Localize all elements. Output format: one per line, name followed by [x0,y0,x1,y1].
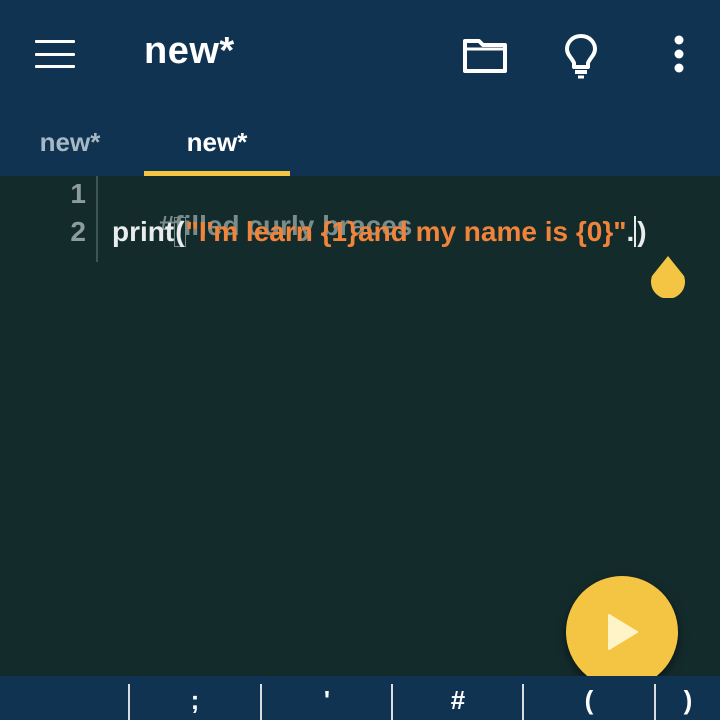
app-root: new* new* new* 1 #filled curly braces 2 … [0,0,720,720]
text-cursor-handle-icon[interactable] [648,254,688,299]
symbol-key-hash[interactable]: # [393,676,523,720]
symbol-key-open-paren[interactable]: ( [524,676,654,720]
folder-icon[interactable] [460,30,510,80]
app-title: new* [144,30,235,72]
string-literal: "I'm learn {1}and my name is {0}" [185,216,627,247]
symbol-key[interactable] [0,676,130,720]
symbol-bar: ; ' # ( ) [0,676,720,720]
tab-new-1[interactable]: new* [20,108,120,176]
line-number: 1 [70,178,86,209]
symbol-key-quote[interactable]: ' [262,676,392,720]
line-number: 2 [70,216,86,247]
hamburger-icon[interactable] [30,34,80,74]
tab-bar: new* new* [0,108,720,176]
tab-new-2[interactable]: new* [144,108,290,176]
code-line-2[interactable]: print("I'm learn {1}and my name is {0}".… [112,216,647,248]
app-bar: new* [0,0,720,108]
run-button[interactable] [566,576,678,688]
open-paren: ( [174,216,186,247]
lightbulb-icon[interactable] [556,30,606,80]
symbol-key-semicolon[interactable]: ; [130,676,260,720]
gutter-divider [96,176,98,262]
more-vert-icon[interactable] [654,30,704,80]
symbol-key-close-paren[interactable]: ) [656,676,720,720]
play-icon [608,614,638,650]
function-name: print [112,216,175,247]
close-paren: ) [634,216,647,247]
